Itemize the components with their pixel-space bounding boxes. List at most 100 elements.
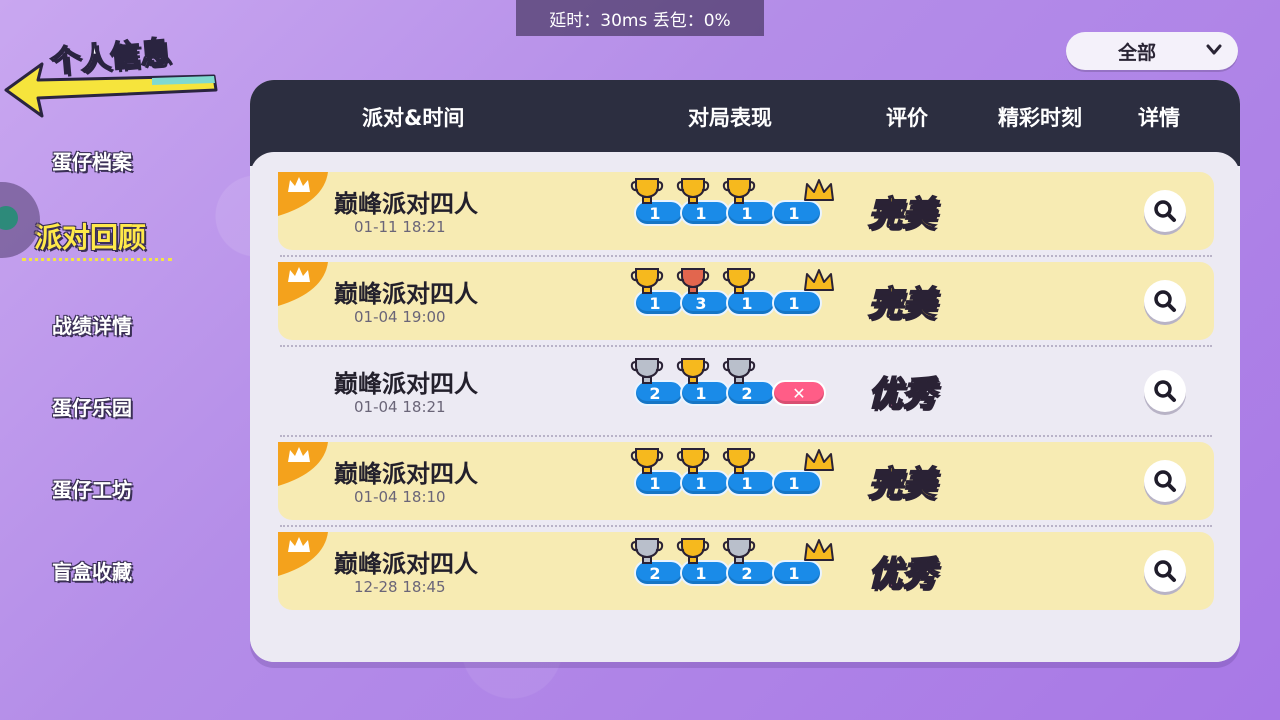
round-rank: 1 [695,203,707,223]
gold-trophy-icon [676,538,710,564]
sidebar-item-egg-workshop[interactable]: 蛋仔工坊 [52,474,132,503]
rating-label: 完美 [867,463,937,505]
crown-tag-icon [278,442,328,486]
network-status-text: 延时：30ms 丢包：0% [549,10,731,31]
back-button[interactable]: 个人信息 [0,20,220,118]
party-mode-name: 巅峰派对四人 [334,550,478,578]
round-rank: 1 [649,473,661,493]
table-row[interactable]: 巅峰派对四人 12-28 18:45 2 1 2 1 优秀 [278,532,1214,610]
column-header-party-time: 派对&时间 [362,106,465,130]
table-body: 巅峰派对四人 01-11 18:21 1 1 1 1 完美 巅峰派对四人 01-04 19:00… [250,152,1240,662]
sidebar-item-blindbox-collection[interactable]: 盲盒收藏 [52,556,132,585]
gold-trophy-icon [630,178,664,204]
crown-icon [804,269,834,291]
detail-button[interactable] [1144,460,1186,502]
gold-trophy-icon [630,448,664,474]
round-performance: 1 1 1 1 [630,176,849,240]
column-header-rating: 评价 [886,106,928,130]
gold-trophy-icon [722,178,756,204]
gold-trophy-icon [722,268,756,294]
crown-icon [804,449,834,471]
detail-button[interactable] [1144,550,1186,592]
gold-trophy-icon [676,178,710,204]
party-time: 01-04 18:10 [354,488,446,506]
party-mode-name: 巅峰派对四人 [334,370,478,398]
column-header-performance: 对局表现 [688,106,772,130]
column-header-details: 详情 [1138,106,1180,130]
search-icon [1154,470,1176,492]
round-rank: 3 [695,293,707,313]
rating-label: 优秀 [867,553,937,595]
round-performance: 2 1 2 1 [630,536,849,600]
rating-label: 完美 [867,193,937,235]
crown-tag-icon [278,532,328,576]
gold-trophy-icon [630,268,664,294]
crown-icon [804,179,834,201]
round-rank: 1 [695,383,707,403]
round-rank: ✕ [792,383,806,403]
silver-trophy-icon [722,358,756,384]
sidebar-item-party-review[interactable]: 派对回顾 [34,216,146,256]
round-rank: 1 [695,473,707,493]
bronze-trophy-icon [676,268,710,294]
party-time: 01-04 19:00 [354,308,446,326]
crown-tag-icon [278,262,328,306]
round-eliminated-badge: ✕ [772,380,826,406]
rating-label: 优秀 [867,373,937,415]
sidebar-item-egg-profile[interactable]: 蛋仔档案 [52,146,132,175]
round-performance: 2 1 2 ✕ [630,356,849,420]
filter-dropdown[interactable]: 全部 [1066,32,1238,70]
network-status: 延时：30ms 丢包：0% [516,0,764,36]
round-rank: 1 [788,203,800,223]
round-rank: 1 [741,473,753,493]
table-row[interactable]: 巅峰派对四人 01-11 18:21 1 1 1 1 完美 [278,172,1214,250]
row-divider [280,345,1212,347]
search-icon [1154,200,1176,222]
crown-tag-icon [278,172,328,216]
round-rank: 2 [741,563,753,583]
rating-label: 完美 [867,283,937,325]
gold-trophy-icon [676,448,710,474]
party-review-panel: 派对&时间 对局表现 评价 精彩时刻 详情 巅峰派对四人 01-11 18:21 1… [250,80,1240,662]
active-indicator [22,258,172,261]
table-row[interactable]: 巅峰派对四人 01-04 18:21 2 1 2 ✕ 优秀 [278,352,1214,430]
gold-trophy-icon [676,358,710,384]
table-row[interactable]: 巅峰派对四人 01-04 19:00 1 3 1 1 完美 [278,262,1214,340]
detail-button[interactable] [1144,280,1186,322]
round-rank: 1 [649,293,661,313]
round-rank: 1 [788,473,800,493]
detail-button[interactable] [1144,370,1186,412]
search-icon [1154,560,1176,582]
party-mode-name: 巅峰派对四人 [334,280,478,308]
sidebar-item-egg-park[interactable]: 蛋仔乐园 [52,392,132,421]
row-divider [280,525,1212,527]
search-icon [1154,380,1176,402]
silver-trophy-icon [630,358,664,384]
search-icon [1154,290,1176,312]
crown-icon [804,539,834,561]
round-performance: 1 3 1 1 [630,266,849,330]
filter-selected: 全部 [1118,41,1157,64]
round-rank: 2 [741,383,753,403]
column-header-highlights: 精彩时刻 [998,106,1082,130]
party-mode-name: 巅峰派对四人 [334,460,478,488]
detail-button[interactable] [1144,190,1186,232]
table-row[interactable]: 巅峰派对四人 01-04 18:10 1 1 1 1 完美 [278,442,1214,520]
sidebar-item-record-details[interactable]: 战绩详情 [52,310,132,339]
round-rank: 1 [788,563,800,583]
round-rank: 1 [741,293,753,313]
round-rank: 1 [649,203,661,223]
party-time: 12-28 18:45 [354,578,446,596]
round-performance: 1 1 1 1 [630,446,849,510]
chevron-down-icon [1206,44,1222,55]
silver-trophy-icon [630,538,664,564]
round-rank: 1 [741,203,753,223]
party-time: 01-04 18:21 [354,398,446,416]
round-rank: 1 [695,563,707,583]
row-divider [280,255,1212,257]
round-rank: 1 [788,293,800,313]
gold-trophy-icon [722,448,756,474]
silver-trophy-icon [722,538,756,564]
round-rank: 2 [649,383,661,403]
party-time: 01-11 18:21 [354,218,446,236]
